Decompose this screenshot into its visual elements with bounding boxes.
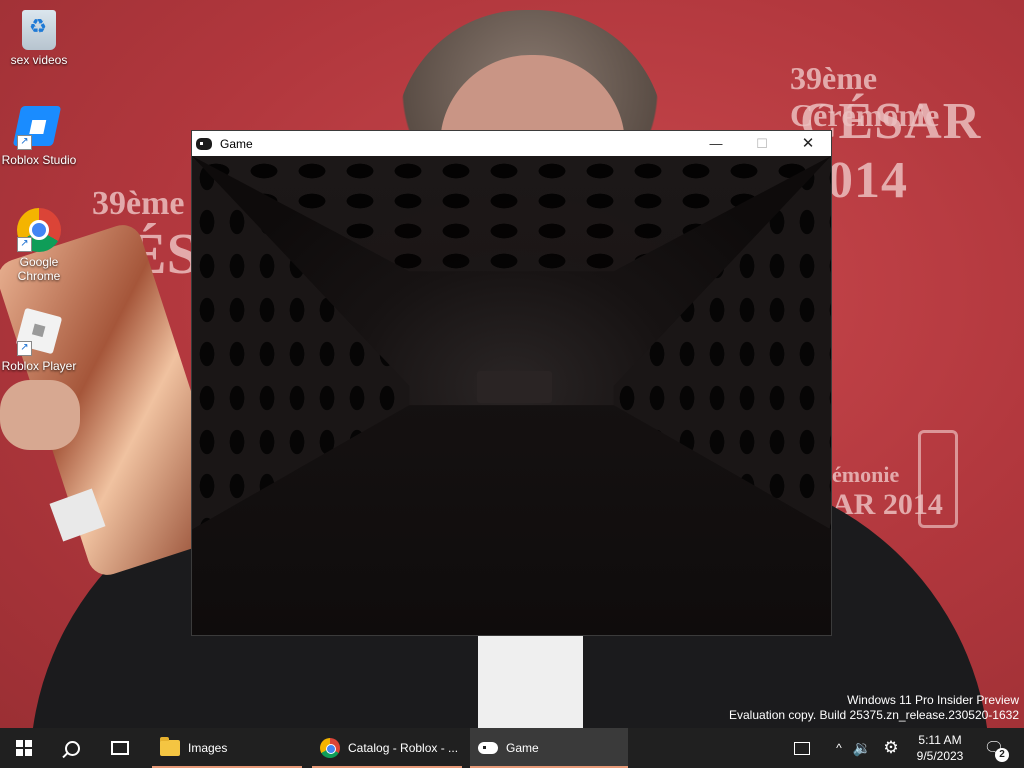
game-viewport[interactable]	[192, 156, 831, 635]
desktop-icon-roblox-studio[interactable]: ↗ Roblox Studio	[0, 106, 78, 167]
recycle-bin-icon	[22, 10, 56, 50]
taskbar-app-label: Catalog - Roblox - ...	[348, 741, 459, 755]
roblox-player-icon-wrap: ↗	[15, 307, 63, 356]
desktop-icon-roblox-player[interactable]: ↗ Roblox Player	[0, 307, 78, 373]
tunnel-end	[477, 371, 552, 403]
wallpaper-person-shirt	[478, 630, 583, 728]
desktop-icon-label: Google Chrome	[17, 255, 61, 283]
folder-icon	[160, 737, 180, 756]
game-window[interactable]: Game — ☐ ✕	[191, 130, 832, 636]
wallpaper-text: émonie	[832, 462, 900, 487]
taskbar-app-label: Game	[506, 741, 539, 755]
notification-count-badge: 2	[995, 748, 1009, 762]
desktop-icon-google-chrome[interactable]: ↗ Google Chrome	[0, 208, 78, 283]
task-view-icon	[111, 741, 129, 755]
windows-watermark: Windows 11 Pro Insider Preview Evaluatio…	[729, 693, 1019, 723]
desktop-icon-label: Roblox Studio	[1, 153, 77, 167]
clock-date: 9/5/2023	[916, 749, 964, 763]
watermark-line: Evaluation copy. Build 25375.zn_release.…	[729, 708, 1019, 722]
chrome-icon	[320, 738, 340, 758]
shortcut-arrow-icon: ↗	[17, 237, 32, 252]
window-title: Game	[220, 136, 253, 151]
show-hidden-icons-button[interactable]: ^	[830, 728, 848, 768]
notification-center-button[interactable]: 🗨 2	[980, 728, 1009, 768]
minimize-button[interactable]: —	[693, 131, 739, 156]
search-button[interactable]	[48, 728, 96, 768]
wallpaper-seal	[918, 430, 958, 528]
news-widget-button[interactable]	[790, 728, 814, 768]
windows-logo-icon	[16, 740, 32, 756]
volume-icon[interactable]: 🔉	[852, 728, 872, 768]
search-icon	[64, 740, 80, 756]
taskbar: Images Catalog - Roblox - ... Game ^ 🔉 ⚙…	[0, 728, 1024, 768]
taskbar-app-label: Images	[188, 741, 228, 755]
taskbar-app-images[interactable]: Images	[152, 728, 302, 768]
taskbar-app-game[interactable]: Game	[470, 728, 628, 768]
settings-icon[interactable]: ⚙	[880, 728, 902, 768]
gamepad-icon	[196, 137, 212, 150]
news-icon	[794, 741, 810, 755]
clock-time: 5:11 AM	[918, 733, 962, 747]
start-button[interactable]	[0, 728, 48, 768]
shortcut-arrow-icon: ↗	[17, 341, 32, 356]
maximize-button[interactable]: ☐	[739, 131, 785, 156]
taskbar-app-chrome[interactable]: Catalog - Roblox - ...	[312, 728, 462, 768]
shortcut-arrow-icon: ↗	[17, 135, 32, 150]
wallpaper-hand	[0, 380, 80, 450]
task-view-button[interactable]	[96, 728, 144, 768]
chrome-icon: ↗	[17, 208, 61, 252]
window-titlebar[interactable]: Game — ☐ ✕	[192, 131, 831, 156]
close-button[interactable]: ✕	[785, 131, 831, 156]
clock[interactable]: 5:11 AM 9/5/2023	[906, 728, 974, 768]
gamepad-icon	[478, 742, 498, 754]
watermark-line: Windows 11 Pro Insider Preview	[847, 693, 1019, 707]
desktop-icon-label: Roblox Player	[1, 359, 77, 373]
roblox-studio-icon-wrap: ↗	[12, 106, 62, 150]
wallpaper-text: CÉSAR 2014	[800, 93, 982, 209]
desktop-icon-recycle-bin[interactable]: sex videos	[0, 10, 78, 67]
desktop-icon-label: sex videos	[10, 53, 68, 67]
